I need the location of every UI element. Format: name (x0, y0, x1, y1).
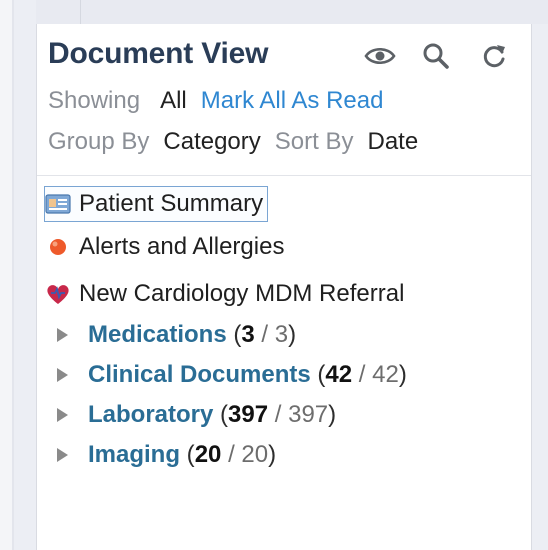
category-count: (397 / 397) (213, 401, 337, 428)
showing-value[interactable]: All (160, 87, 187, 114)
eye-icon (364, 47, 396, 65)
expand-arrow-icon[interactable] (57, 328, 68, 342)
category-label: Medications (88, 321, 227, 348)
refresh-icon (483, 45, 505, 68)
group-by-label: Group By (48, 128, 150, 155)
expand-arrow-icon[interactable] (57, 408, 68, 422)
list-item-patient-summary[interactable]: Patient Summary (43, 186, 269, 222)
heart-icon (45, 281, 71, 307)
alert-dot-icon (45, 234, 71, 260)
list-item-alerts-allergies[interactable]: Alerts and Allergies (45, 230, 284, 264)
list-item-label: Patient Summary (79, 190, 264, 217)
category-label: Clinical Documents (88, 361, 311, 388)
top-band (36, 0, 548, 24)
showing-label: Showing (48, 87, 141, 114)
tree-node-medications[interactable]: Medications (3 / 3) (55, 318, 296, 352)
view-button[interactable] (363, 39, 397, 73)
header-divider (37, 175, 531, 176)
panel-header: Document View Showing All Mark All As Read… (37, 24, 531, 176)
mark-all-read-link[interactable]: Mark All As Read (201, 87, 384, 114)
tree-node-imaging[interactable]: Imaging (20 / 20) (55, 438, 276, 472)
category-count: (20 / 20) (180, 441, 277, 468)
group-by-value[interactable]: Category (163, 128, 260, 155)
expand-arrow-icon[interactable] (57, 368, 68, 382)
search-icon (423, 43, 449, 69)
sort-by-value[interactable]: Date (367, 128, 418, 155)
category-count: (42 / 42) (310, 361, 407, 388)
showing-row: Showing All Mark All As Read (48, 87, 383, 115)
list-item-cardiology-referral[interactable]: New Cardiology MDM Referral (45, 277, 404, 311)
left-divider (12, 0, 14, 550)
search-button[interactable] (419, 39, 453, 73)
patient-summary-icon (45, 191, 71, 217)
category-count: (3 / 3) (226, 321, 297, 348)
category-label: Laboratory (88, 401, 214, 428)
expand-arrow-icon[interactable] (57, 448, 68, 462)
list-item-label: Alerts and Allergies (79, 233, 285, 260)
document-view-panel: Document View Showing All Mark All As Read… (36, 24, 532, 550)
tree-node-clinical-documents[interactable]: Clinical Documents (42 / 42) (55, 358, 407, 392)
group-sort-row: Group By Category Sort By Date (48, 128, 418, 156)
list-item-label: New Cardiology MDM Referral (79, 280, 405, 307)
panel-title: Document View (48, 37, 269, 70)
left-gutter (0, 0, 12, 550)
tree-node-laboratory[interactable]: Laboratory (397 / 397) (55, 398, 336, 432)
category-label: Imaging (88, 441, 181, 468)
sort-by-label: Sort By (274, 128, 354, 155)
refresh-button[interactable] (477, 39, 511, 73)
